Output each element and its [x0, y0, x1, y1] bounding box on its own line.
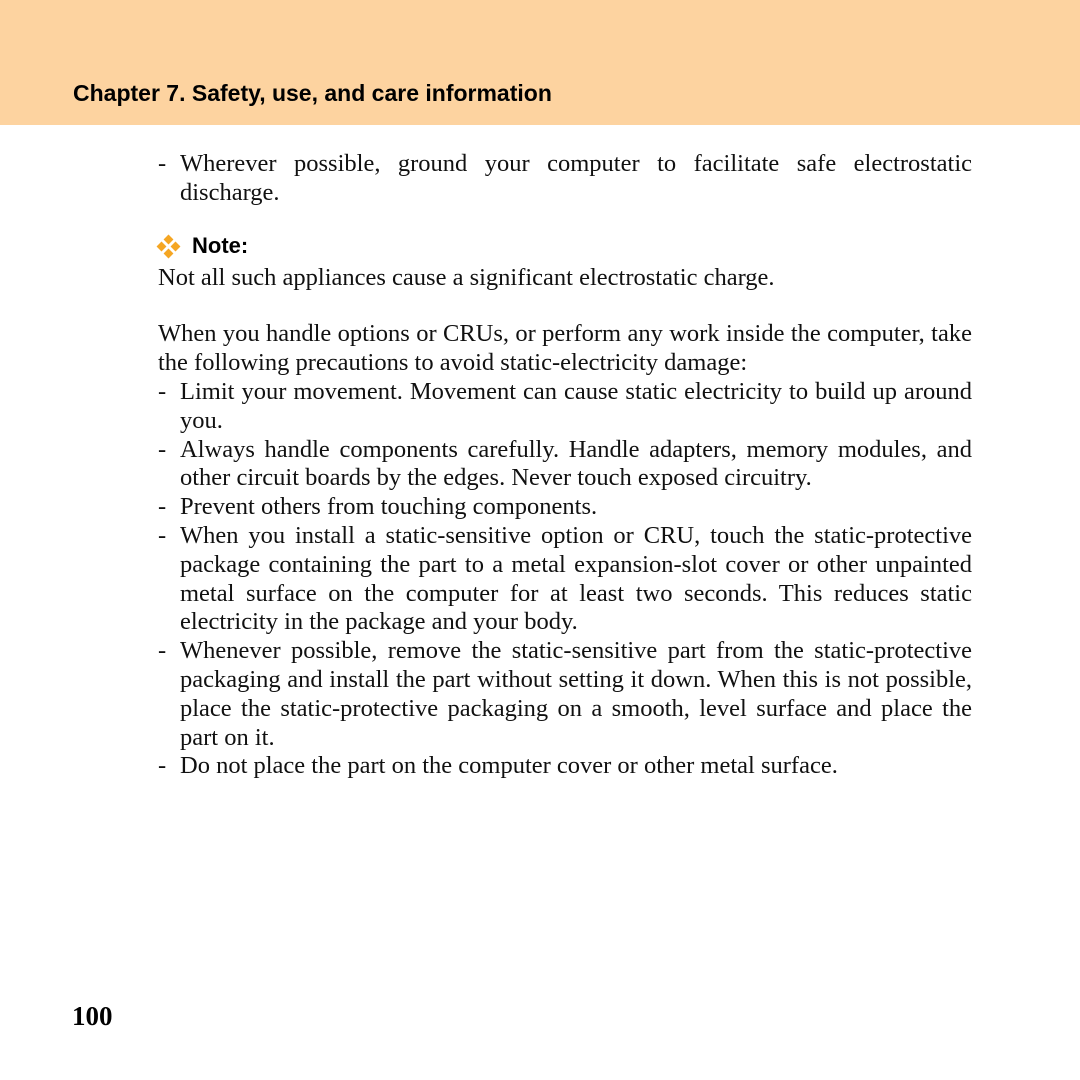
list-item: - When you install a static-sensitive op…: [158, 522, 972, 637]
bullet-dash: -: [158, 377, 167, 405]
page-content: - Wherever possible, ground your compute…: [156, 150, 972, 781]
bullet-text: Limit your movement. Movement can cause …: [180, 377, 972, 434]
bullet-text: Prevent others from touching components.: [180, 493, 598, 521]
orange-diamond-cluster-icon: [156, 234, 181, 259]
bullet-text: When you install a static-sensitive opti…: [180, 521, 972, 636]
bullet-text: Wherever possible, ground your computer …: [180, 150, 972, 206]
bullet-text: Do not place the part on the computer co…: [180, 752, 838, 780]
bullet-dash: -: [158, 435, 167, 463]
chapter-header-band: Chapter 7. Safety, use, and care informa…: [0, 0, 1080, 125]
bullet-dash: -: [158, 521, 167, 549]
list-item: - Do not place the part on the computer …: [158, 752, 972, 781]
bullet-dash: -: [158, 752, 167, 780]
precautions-list: - Limit your movement. Movement can caus…: [158, 378, 972, 781]
note-heading: Note:: [156, 230, 972, 264]
bullet-dash: -: [158, 493, 167, 521]
bullet-text: Always handle components carefully. Hand…: [180, 435, 972, 492]
list-item: - Prevent others from touching component…: [158, 493, 972, 522]
note-text: Not all such appliances cause a signific…: [158, 263, 775, 291]
list-item: - Whenever possible, remove the static-s…: [158, 637, 972, 752]
list-item: - Limit your movement. Movement can caus…: [158, 378, 972, 436]
chapter-title: Chapter 7. Safety, use, and care informa…: [73, 80, 552, 106]
precautions-intro: When you handle options or CRUs, or perf…: [158, 320, 972, 377]
bullet-dash: -: [158, 637, 167, 665]
note-label: Note:: [192, 233, 249, 259]
list-item: - Always handle components carefully. Ha…: [158, 436, 972, 494]
intro-bullet: - Wherever possible, ground your compute…: [158, 150, 972, 208]
bullet-dash: -: [158, 150, 167, 177]
bullet-text: Whenever possible, remove the static-sen…: [180, 637, 972, 751]
page-number: 100: [72, 1001, 113, 1031]
